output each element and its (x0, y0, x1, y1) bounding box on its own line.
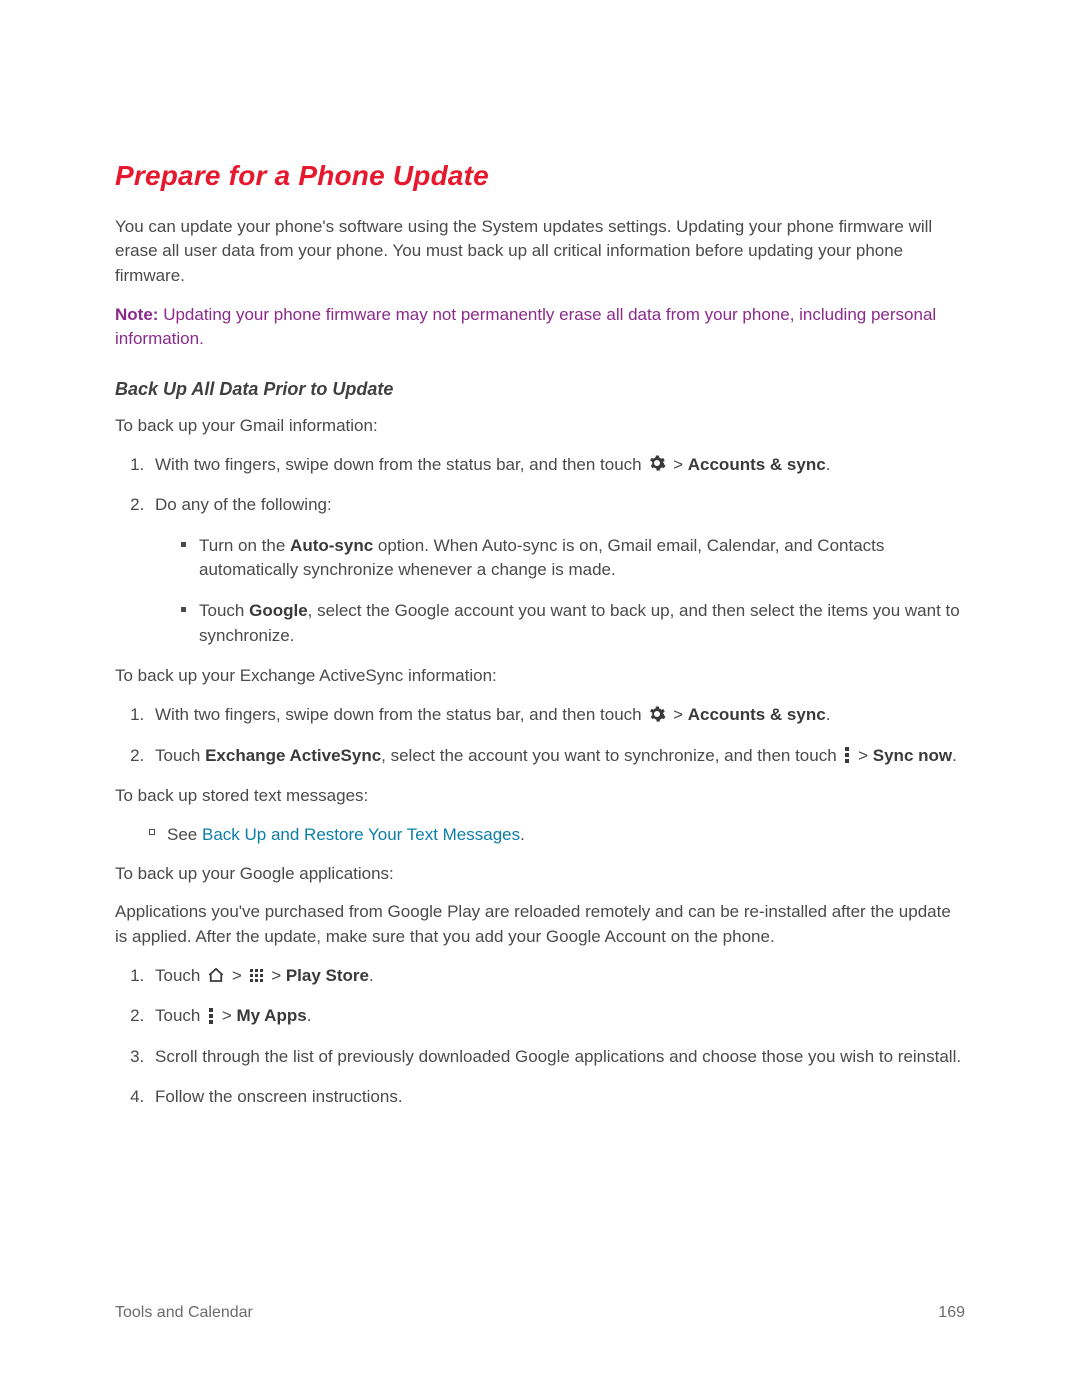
page-title: Prepare for a Phone Update (115, 156, 965, 197)
sms-bullet-pre: See (167, 825, 202, 844)
footer-page-number: 169 (938, 1301, 965, 1324)
gapps-step1-bold: Play Store (286, 966, 369, 985)
note-paragraph: Note: Updating your phone firmware may n… (115, 303, 965, 352)
gapps-step-3: Scroll through the list of previously do… (149, 1045, 965, 1070)
eas-step2-pre: Touch (155, 746, 205, 765)
sms-bullets: See Back Up and Restore Your Text Messag… (115, 823, 965, 848)
eas-step2-end: . (952, 746, 957, 765)
gmail-intro: To back up your Gmail information: (115, 414, 965, 439)
eas-step1-gt: > (668, 705, 687, 724)
gmail-step1-bold: Accounts & sync (688, 455, 826, 474)
gmail-bullet-google: Touch Google, select the Google account … (181, 599, 965, 648)
gmail-b2-post: , select the Google account you want to … (199, 601, 960, 645)
gmail-step1-gt: > (668, 455, 687, 474)
eas-step1-end: . (826, 705, 831, 724)
gmail-step-2: Do any of the following: Turn on the Aut… (149, 493, 965, 648)
eas-step2-mid: , select the account you want to synchro… (381, 746, 841, 765)
note-body: Updating your phone firmware may not per… (115, 305, 936, 349)
gmail-b2-pre: Touch (199, 601, 249, 620)
gapps-step-4: Follow the onscreen instructions. (149, 1085, 965, 1110)
page-content: Prepare for a Phone Update You can updat… (0, 0, 1080, 1110)
eas-intro: To back up your Exchange ActiveSync info… (115, 664, 965, 689)
gmail-b1-pre: Turn on the (199, 536, 290, 555)
gapps-step-1: Touch > > Play Store. (149, 964, 965, 989)
eas-step2-bold2: Sync now (873, 746, 952, 765)
gmail-step-1: With two fingers, swipe down from the st… (149, 453, 965, 478)
eas-steps: With two fingers, swipe down from the st… (115, 703, 965, 768)
gmail-step1-pre: With two fingers, swipe down from the st… (155, 455, 646, 474)
gapps-step1-pre: Touch (155, 966, 205, 985)
page-footer: Tools and Calendar 169 (115, 1301, 965, 1324)
eas-step2-bold1: Exchange ActiveSync (205, 746, 381, 765)
gapps-step1-gt1: > (227, 966, 246, 985)
eas-step2-gt: > (853, 746, 872, 765)
gmail-step1-end: . (826, 455, 831, 474)
sms-intro: To back up stored text messages: (115, 784, 965, 809)
subheading-backup: Back Up All Data Prior to Update (115, 376, 965, 402)
gapps-step2-bold: My Apps (236, 1006, 306, 1025)
home-icon (207, 967, 225, 983)
gmail-bullet-autosync: Turn on the Auto-sync option. When Auto-… (181, 534, 965, 583)
sms-bullet-end: . (520, 825, 525, 844)
eas-step-1: With two fingers, swipe down from the st… (149, 703, 965, 728)
gmail-b2-bold: Google (249, 601, 308, 620)
gapps-intro: To back up your Google applications: (115, 862, 965, 887)
gapps-step2-gt: > (217, 1006, 236, 1025)
gapps-step1-end: . (369, 966, 374, 985)
menu-icon (207, 1007, 215, 1025)
gmail-b1-bold: Auto-sync (290, 536, 373, 555)
gapps-step-2: Touch > My Apps. (149, 1004, 965, 1029)
intro-paragraph: You can update your phone's software usi… (115, 215, 965, 289)
gapps-step2-end: . (307, 1006, 312, 1025)
gapps-step2-pre: Touch (155, 1006, 205, 1025)
gapps-step1-gt2: > (266, 966, 285, 985)
sms-bullet: See Back Up and Restore Your Text Messag… (149, 823, 965, 848)
sms-backup-link[interactable]: Back Up and Restore Your Text Messages (202, 825, 520, 844)
gmail-steps: With two fingers, swipe down from the st… (115, 453, 965, 649)
gear-icon (648, 705, 666, 723)
eas-step1-bold: Accounts & sync (688, 705, 826, 724)
eas-step1-pre: With two fingers, swipe down from the st… (155, 705, 646, 724)
gmail-sub-bullets: Turn on the Auto-sync option. When Auto-… (155, 534, 965, 649)
gapps-paragraph: Applications you've purchased from Googl… (115, 900, 965, 949)
note-label: Note: (115, 305, 158, 324)
gmail-step2-text: Do any of the following: (155, 495, 332, 514)
eas-step-2: Touch Exchange ActiveSync, select the ac… (149, 744, 965, 769)
gear-icon (648, 454, 666, 472)
gapps-steps: Touch > > Play Store. Touch > My Apps. S… (115, 964, 965, 1111)
menu-icon (843, 746, 851, 764)
apps-icon (248, 967, 264, 983)
footer-section: Tools and Calendar (115, 1301, 253, 1324)
